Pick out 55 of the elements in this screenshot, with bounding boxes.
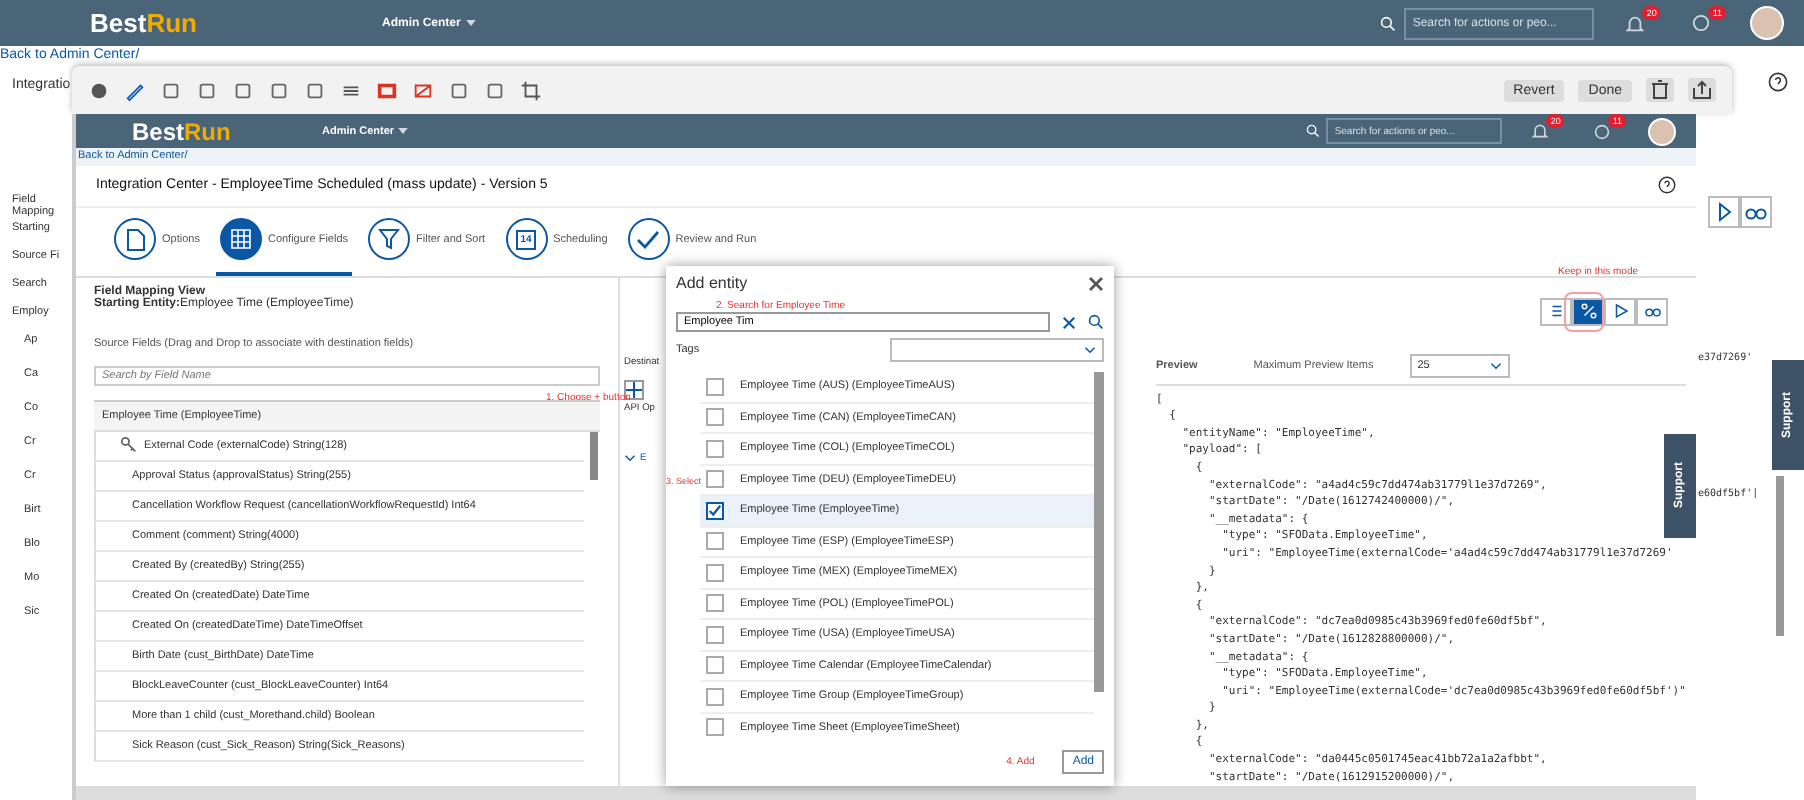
search-icon[interactable] [1088, 314, 1104, 330]
checkbox[interactable] [706, 377, 724, 396]
key-icon [120, 436, 138, 455]
scrollbar[interactable] [1776, 476, 1784, 636]
checkbox[interactable] [706, 687, 724, 706]
step-icon [368, 218, 411, 261]
highlight-ring [1564, 291, 1604, 332]
chevron-icon [1489, 361, 1502, 370]
step-icon [627, 218, 670, 261]
fill-color-icon[interactable] [412, 79, 434, 101]
help-icon[interactable] [1658, 176, 1676, 195]
avatar[interactable] [1750, 6, 1784, 40]
checkbox[interactable] [706, 501, 724, 520]
binoculars-icon [1643, 302, 1661, 321]
bell-icon[interactable] [1622, 13, 1647, 33]
checkbox[interactable] [706, 718, 724, 736]
trash-icon[interactable] [1646, 78, 1674, 102]
mapping-mode-button[interactable] [1572, 297, 1604, 326]
play-icon[interactable] [1708, 196, 1740, 228]
logo[interactable]: BestRun [132, 117, 292, 146]
scrollbar[interactable] [590, 431, 598, 480]
list-mode-button[interactable] [1540, 297, 1572, 326]
pen-icon[interactable] [124, 79, 146, 101]
step-icon [114, 218, 156, 261]
step-icon [219, 218, 262, 261]
checkbox[interactable] [706, 563, 724, 582]
checkbox[interactable] [706, 470, 724, 489]
logo[interactable]: BestRun [90, 8, 270, 38]
search-icon[interactable] [1306, 124, 1321, 139]
share-icon[interactable] [1688, 78, 1716, 102]
checkbox[interactable] [706, 532, 724, 551]
preview-mode-button[interactable] [1636, 297, 1668, 326]
binoculars-icon[interactable] [1740, 196, 1772, 228]
caret-icon[interactable] [466, 20, 477, 26]
help-icon[interactable] [1768, 72, 1788, 92]
mapping-icon [1579, 302, 1597, 321]
crop-icon[interactable] [520, 79, 542, 101]
checkbox[interactable] [706, 656, 724, 675]
run-mode-button[interactable] [1604, 297, 1636, 326]
search-icon[interactable] [1380, 15, 1397, 31]
scrollbar[interactable] [1094, 372, 1104, 692]
bell-icon[interactable] [1528, 122, 1553, 141]
clear-icon[interactable] [1062, 315, 1076, 329]
caret-icon[interactable] [398, 128, 409, 135]
checkbox[interactable] [706, 408, 724, 427]
chevron-icon [1084, 346, 1096, 354]
checkbox[interactable] [706, 594, 724, 613]
play-icon [1611, 302, 1629, 321]
chevron-icon[interactable] [624, 454, 636, 463]
border-color-icon[interactable] [376, 79, 398, 101]
list-icon [1547, 302, 1565, 321]
avatar[interactable] [1648, 117, 1676, 146]
dialog-title: Add entity [676, 274, 748, 292]
checkbox[interactable] [706, 439, 724, 458]
checkbox[interactable] [706, 625, 724, 644]
